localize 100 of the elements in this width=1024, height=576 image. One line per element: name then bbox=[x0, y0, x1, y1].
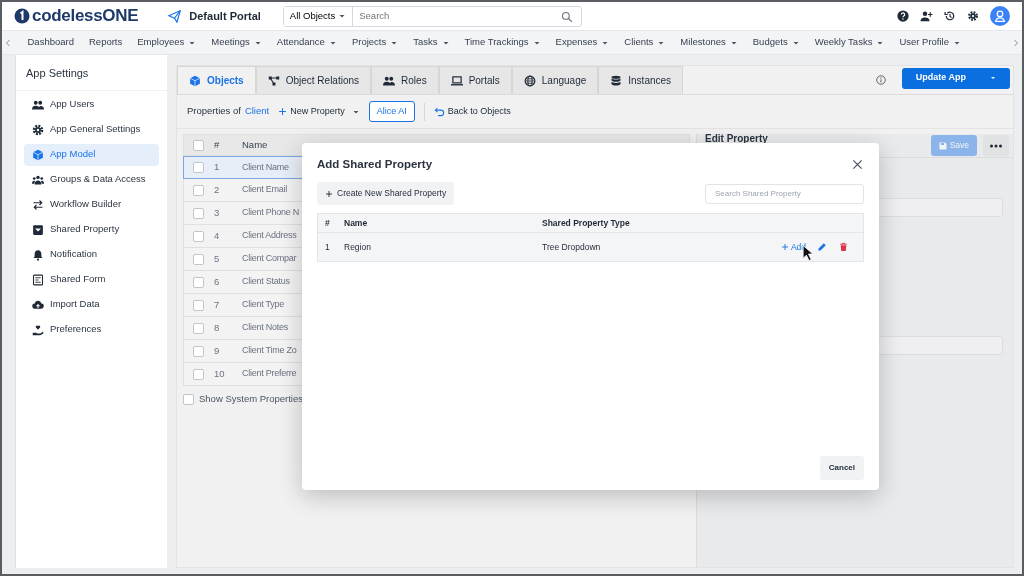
nav-item[interactable]: Expenses bbox=[548, 35, 617, 50]
tab[interactable]: Instances bbox=[598, 66, 684, 94]
nav-item[interactable]: Attendance bbox=[269, 35, 345, 50]
nav-item[interactable]: Tasks bbox=[405, 35, 457, 50]
portal-name[interactable]: Default Portal bbox=[189, 7, 261, 25]
row-number: 10 bbox=[214, 366, 226, 381]
properties-label: Properties of bbox=[187, 104, 241, 119]
nav-item[interactable]: Time Trackings bbox=[457, 35, 549, 50]
info-icon bbox=[875, 75, 886, 85]
tab[interactable]: Roles bbox=[371, 66, 439, 94]
sidebar-item[interactable]: Workflow Builder bbox=[24, 193, 159, 216]
row-number: 2 bbox=[214, 182, 221, 197]
scope-dropdown[interactable]: All Objects bbox=[283, 6, 354, 26]
checkbox[interactable] bbox=[193, 345, 204, 357]
chevron-left-icon[interactable] bbox=[4, 37, 12, 48]
update-app-button[interactable]: Update App bbox=[901, 67, 1010, 89]
sidebar-item[interactable]: App General Settings bbox=[24, 118, 159, 141]
close-icon[interactable] bbox=[852, 158, 863, 170]
group-icon bbox=[32, 173, 44, 186]
search-field[interactable]: All Objects Search bbox=[282, 5, 583, 27]
tab[interactable]: Language bbox=[511, 66, 599, 94]
database-icon bbox=[610, 74, 623, 87]
nav-item[interactable]: Dashboard bbox=[20, 35, 82, 50]
property-name: Client Name bbox=[242, 160, 289, 174]
alice-ai-button[interactable]: Alice AI bbox=[368, 100, 415, 123]
checkbox[interactable] bbox=[193, 184, 204, 196]
delete-icon[interactable] bbox=[839, 242, 848, 252]
checkbox[interactable] bbox=[193, 207, 204, 219]
tab[interactable]: Objects bbox=[177, 66, 256, 94]
row-number: 4 bbox=[214, 228, 221, 243]
column-header: # bbox=[325, 216, 331, 230]
checkbox[interactable] bbox=[193, 139, 204, 151]
checkbox[interactable] bbox=[183, 393, 194, 405]
edit-icon[interactable] bbox=[817, 242, 827, 252]
more-button[interactable] bbox=[983, 135, 1009, 156]
object-name: Client bbox=[244, 104, 270, 119]
checkbox[interactable] bbox=[193, 368, 204, 380]
tab[interactable]: Object Relations bbox=[255, 66, 372, 94]
checkbox[interactable] bbox=[193, 276, 204, 288]
checkbox[interactable] bbox=[193, 299, 204, 311]
avatar-icon[interactable] bbox=[990, 6, 1010, 26]
nav-item[interactable]: Budgets bbox=[745, 35, 808, 50]
sidebar-item[interactable]: Shared Property bbox=[24, 218, 159, 241]
sidebar-item[interactable]: Preferences bbox=[24, 318, 159, 341]
chevron-right-icon[interactable] bbox=[1012, 37, 1020, 48]
plus-icon bbox=[325, 189, 333, 198]
column-header: Name bbox=[242, 137, 268, 152]
new-property-button[interactable]: New Property bbox=[278, 104, 360, 119]
nav-item[interactable]: Meetings bbox=[203, 35, 270, 50]
cloud-upload-icon bbox=[32, 298, 44, 311]
modal-title: Add Shared Property bbox=[317, 157, 433, 172]
sidebar-title: App Settings bbox=[16, 55, 167, 91]
tab[interactable]: Portals bbox=[438, 66, 512, 94]
checkbox[interactable] bbox=[193, 253, 204, 265]
sidebar-item[interactable]: Import Data bbox=[24, 293, 159, 316]
caret-icon[interactable] bbox=[989, 74, 997, 82]
row-number: 6 bbox=[214, 274, 221, 289]
property-name: Client Type bbox=[242, 298, 285, 312]
property-name: Client Email bbox=[242, 183, 287, 197]
laptop-icon bbox=[450, 74, 463, 87]
users-icon bbox=[383, 74, 396, 87]
sidebar-item[interactable]: Shared Form bbox=[24, 268, 159, 291]
settings-icon[interactable] bbox=[967, 10, 979, 22]
create-shared-property-button[interactable]: Create New Shared Property bbox=[317, 182, 455, 205]
search-icon[interactable] bbox=[561, 10, 574, 23]
row-number: 8 bbox=[214, 320, 221, 335]
row-number: 1 bbox=[214, 160, 221, 175]
users-icon bbox=[32, 98, 44, 111]
cancel-button[interactable]: Cancel bbox=[819, 456, 864, 480]
row-number: 5 bbox=[214, 251, 221, 266]
nav-item[interactable]: Reports bbox=[81, 35, 130, 50]
sidebar-item[interactable]: Groups & Data Access bbox=[24, 168, 159, 191]
nav-item[interactable]: Employees bbox=[129, 35, 204, 50]
checkbox[interactable] bbox=[193, 162, 204, 173]
property-name: Client Time Zo bbox=[242, 344, 297, 358]
property-name: Client Compar bbox=[242, 252, 297, 266]
row-number: 7 bbox=[214, 297, 221, 312]
back-arrow-icon bbox=[433, 106, 445, 117]
property-name: Client Notes bbox=[242, 321, 289, 335]
search-field[interactable]: Search Shared Property bbox=[705, 183, 864, 204]
bell-icon bbox=[32, 248, 44, 261]
sidebar-item[interactable]: App Model bbox=[24, 143, 159, 166]
property-name: Client Status bbox=[242, 275, 290, 289]
caret-icon bbox=[338, 12, 347, 20]
nav-item[interactable]: Clients bbox=[616, 35, 673, 50]
sidebar-item[interactable]: Notification bbox=[24, 243, 159, 266]
nav-item[interactable]: Milestones bbox=[672, 35, 746, 50]
sidebar-item[interactable]: App Users bbox=[24, 93, 159, 116]
column-header: Name bbox=[344, 216, 369, 230]
property-name: Client Phone N bbox=[242, 206, 300, 220]
checkbox[interactable] bbox=[193, 230, 204, 242]
nav-item[interactable]: User Profile bbox=[891, 35, 969, 50]
add-user-icon[interactable] bbox=[920, 10, 933, 22]
nav-item[interactable]: Weekly Tasks bbox=[807, 35, 892, 50]
nav-item[interactable]: Projects bbox=[344, 35, 406, 50]
back-link[interactable]: Back to Objects bbox=[433, 104, 511, 119]
more-icon bbox=[990, 143, 1002, 148]
history-icon[interactable] bbox=[944, 10, 956, 22]
help-icon[interactable] bbox=[897, 10, 909, 22]
checkbox[interactable] bbox=[193, 322, 204, 334]
